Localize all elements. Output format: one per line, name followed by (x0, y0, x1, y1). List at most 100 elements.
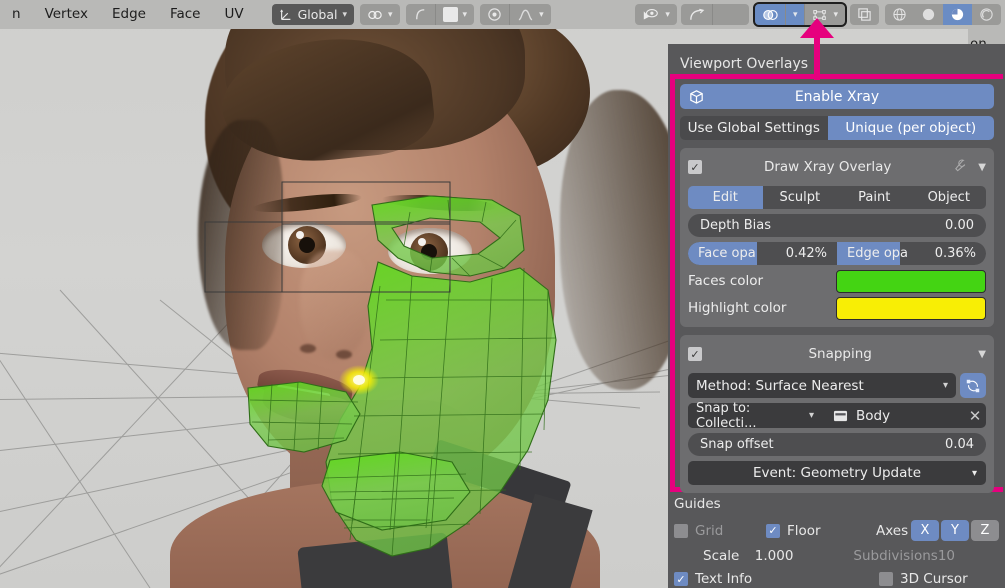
snapping-checkbox[interactable]: ✓ (688, 347, 702, 361)
menu-item-vertex[interactable]: Vertex (33, 0, 100, 29)
falloff-curve-icon (517, 8, 534, 22)
pivot-group[interactable]: ▾ (480, 4, 551, 25)
guides-row-2: Scale 1.000 Subdivisions 10 (674, 548, 999, 564)
chevron-down-icon[interactable]: ▼ (978, 162, 986, 173)
proportional-falloff-dropdown[interactable]: ▾ (436, 4, 475, 25)
snapping-label: Snapping (702, 346, 978, 362)
xray-group[interactable] (850, 4, 879, 25)
popover-content[interactable]: Enable Xray Use Global Settings Unique (… (680, 84, 994, 501)
edge-opacity-slider[interactable]: Edge opa 0.36% (837, 242, 986, 265)
snap-to-row[interactable]: Snap to: Collecti... ▾ Body ✕ (688, 403, 986, 428)
tab-paint[interactable]: Paint (837, 186, 912, 209)
cursor-checkbox[interactable] (879, 572, 893, 586)
menu-item-0[interactable]: n (0, 0, 33, 29)
opacity-sliders-row[interactable]: Face opa 0.42% Edge opa 0.36% (688, 242, 986, 265)
proportional-edit-group[interactable]: ▾ (406, 4, 475, 25)
scale-value[interactable]: 1.000 (755, 548, 854, 564)
shading-wireframe-button[interactable] (885, 4, 914, 25)
mirror-group[interactable] (681, 4, 749, 25)
falloff-curve-button[interactable]: ▾ (510, 4, 551, 25)
visibility-group[interactable]: ▾ (635, 4, 677, 25)
transform-orientation-label: Global (298, 7, 338, 22)
draw-xray-overlay-section[interactable]: ✓ Draw Xray Overlay ▼ Edit Sculpt Paint … (680, 148, 994, 327)
character-nostril-left (300, 344, 316, 353)
pivot-point-icon (487, 7, 502, 22)
object-visibility-button[interactable]: ▾ (635, 4, 677, 25)
axes-toggle-group[interactable]: X Y Z (911, 520, 999, 541)
chevron-down-icon[interactable]: ▼ (978, 349, 986, 360)
face-opacity-value: 0.42% (786, 246, 827, 261)
mirror-options-button[interactable] (713, 4, 749, 25)
chevron-down-icon: ▾ (943, 380, 948, 391)
pivot-point-button[interactable] (480, 4, 509, 25)
edge-opacity-label: Edge opa (847, 246, 908, 261)
menu-item-uv[interactable]: UV (212, 0, 255, 29)
close-icon[interactable]: ✕ (964, 407, 986, 425)
floor-checkbox-row[interactable]: ✓ Floor (766, 523, 876, 539)
axis-x-toggle[interactable]: X (911, 520, 939, 541)
snap-target-icon[interactable] (960, 373, 986, 398)
shading-group[interactable] (885, 4, 1001, 25)
highlight-color-swatch[interactable] (836, 297, 986, 320)
unique-per-object-option[interactable]: Unique (per object) (828, 116, 994, 140)
snapping-header[interactable]: ✓ Snapping ▼ (688, 342, 986, 366)
guides-section[interactable]: Guides Grid ✓ Floor Axes X Y Z Scale 1.0… (674, 496, 999, 587)
chevron-down-icon: ▾ (342, 10, 347, 20)
shading-material-preview-button[interactable] (943, 4, 972, 25)
transform-orientation-group[interactable]: Global ▾ (272, 4, 354, 25)
axis-z-toggle[interactable]: Z (971, 520, 999, 541)
snap-group[interactable]: ▾ (360, 4, 400, 25)
shading-wireframe-icon (892, 7, 907, 22)
snap-method-dropdown[interactable]: Method: Surface Nearest ▾ (688, 373, 956, 398)
transform-orientation-dropdown[interactable]: Global ▾ (272, 4, 354, 25)
text-info-checkbox[interactable]: ✓ (674, 572, 688, 586)
chevron-down-icon: ▾ (972, 468, 977, 479)
overlays-toggle-button[interactable] (755, 4, 785, 25)
snap-offset-slider[interactable]: Snap offset 0.04 (688, 433, 986, 456)
text-info-checkbox-row[interactable]: ✓ Text Info (674, 571, 879, 587)
floor-checkbox[interactable]: ✓ (766, 524, 780, 538)
use-global-settings-option[interactable]: Use Global Settings (680, 116, 828, 140)
draw-xray-overlay-checkbox[interactable]: ✓ (688, 160, 702, 174)
menu-item-edge[interactable]: Edge (100, 0, 158, 29)
menu-item-face[interactable]: Face (158, 0, 213, 29)
wrench-icon[interactable] (953, 158, 968, 176)
character-nostril-right (336, 350, 352, 359)
tab-object[interactable]: Object (912, 186, 987, 209)
proportional-edit-toggle[interactable] (406, 4, 435, 25)
settings-mode-toggle[interactable]: Use Global Settings Unique (per object) (680, 116, 994, 140)
xray-mode-tabs[interactable]: Edit Sculpt Paint Object (688, 186, 986, 209)
tab-edit[interactable]: Edit (688, 186, 763, 209)
snap-event-dropdown[interactable]: Event: Geometry Update ▾ (688, 461, 986, 485)
draw-xray-overlay-header[interactable]: ✓ Draw Xray Overlay ▼ (688, 155, 986, 179)
grid-label: Grid (695, 523, 723, 539)
mirror-button[interactable] (681, 4, 712, 25)
snap-event-label: Event: Geometry Update (753, 465, 921, 481)
depth-bias-value: 0.00 (945, 218, 974, 233)
faces-color-swatch[interactable] (836, 270, 986, 293)
text-info-label: Text Info (695, 571, 752, 587)
depth-bias-slider[interactable]: Depth Bias 0.00 (688, 214, 986, 237)
enable-xray-button[interactable]: Enable Xray (680, 84, 994, 109)
shading-rendered-button[interactable] (972, 4, 1001, 25)
axis-y-toggle[interactable]: Y (941, 520, 969, 541)
snap-toggle-button[interactable]: ▾ (360, 4, 400, 25)
subdivisions-label: Subdivisions (853, 548, 937, 564)
collection-name: Body (856, 408, 890, 424)
tab-sculpt[interactable]: Sculpt (763, 186, 838, 209)
face-opacity-slider[interactable]: Face opa 0.42% (688, 242, 837, 265)
grid-checkbox[interactable] (674, 524, 688, 538)
faces-color-row[interactable]: Faces color (688, 270, 986, 292)
highlight-color-label: Highlight color (688, 300, 836, 316)
cursor-checkbox-row[interactable]: 3D Cursor (879, 571, 968, 587)
character-right-pupil (421, 244, 437, 260)
collection-field[interactable]: Body (822, 408, 964, 424)
shading-solid-button[interactable] (914, 4, 943, 25)
grid-checkbox-row[interactable]: Grid (674, 523, 766, 539)
snap-to-dropdown[interactable]: Snap to: Collecti... ▾ (688, 403, 822, 428)
snapping-section[interactable]: ✓ Snapping ▼ Method: Surface Nearest ▾ (680, 335, 994, 493)
face-opacity-label: Face opa (698, 246, 756, 261)
toggle-xray-button[interactable] (850, 4, 879, 25)
highlight-color-row[interactable]: Highlight color (688, 297, 986, 319)
header-toolbar[interactable]: n Vertex Edge Face UV Global ▾ (0, 0, 1005, 29)
